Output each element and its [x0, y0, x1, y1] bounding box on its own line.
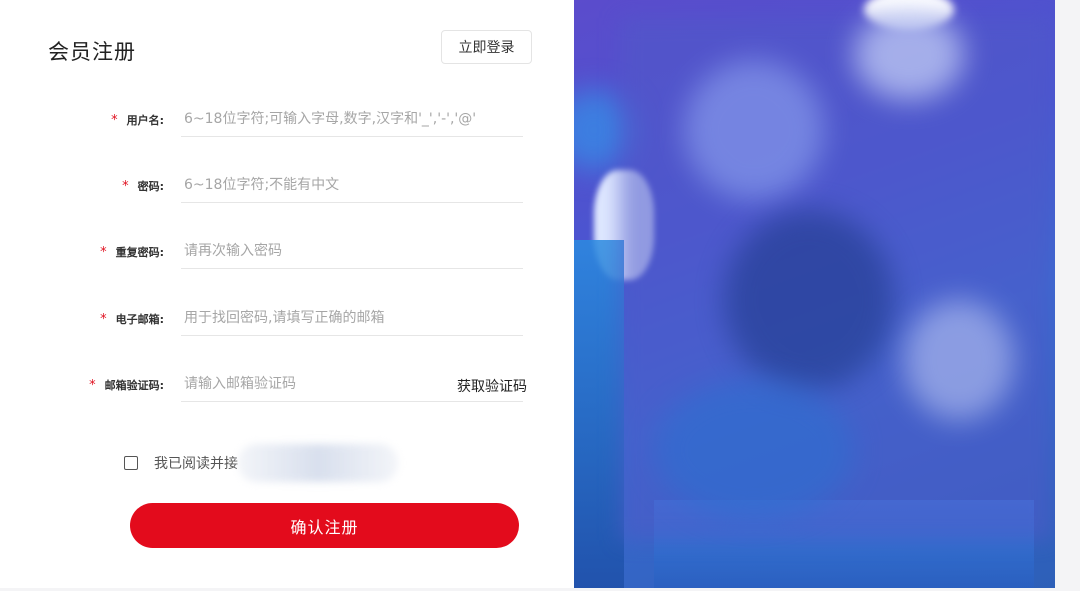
password-field-wrap: [181, 168, 523, 203]
register-form: 会员注册 立即登录 *用户名: *密码: *重复密码:: [0, 0, 574, 588]
agreement-link-blurred[interactable]: [238, 444, 398, 482]
password-label: * 密码:: [122, 179, 164, 194]
email-row: * 电子邮箱:: [0, 301, 574, 337]
password-input[interactable]: [181, 168, 523, 202]
repeat-password-input[interactable]: [181, 234, 523, 268]
username-label: * 用户名:: [111, 113, 164, 128]
get-code-button[interactable]: 获取验证码: [457, 376, 527, 396]
repeat-password-row: * 重复密码:: [0, 234, 574, 270]
email-code-field-wrap: 获取验证码: [181, 367, 527, 402]
repeat-password-field-wrap: [181, 234, 523, 269]
illustration-panel: [574, 0, 1055, 588]
required-mark: *: [111, 113, 118, 128]
blurred-figure: [684, 60, 824, 200]
username-input[interactable]: [181, 102, 523, 136]
page-title: 会员注册: [48, 40, 136, 64]
password-row: * 密码:: [0, 168, 574, 204]
username-row: * 用户名:: [0, 102, 574, 138]
required-mark: *: [89, 378, 96, 393]
login-now-button[interactable]: 立即登录: [441, 30, 532, 64]
username-field-wrap: [181, 102, 523, 137]
confirm-register-button[interactable]: 确认注册: [130, 503, 519, 548]
email-input[interactable]: [181, 301, 523, 335]
register-card: 会员注册 立即登录 *用户名: *密码: *重复密码:: [0, 0, 1055, 588]
required-mark: *: [100, 312, 107, 327]
agree-checkbox[interactable]: [124, 456, 138, 470]
blurred-figure: [654, 380, 854, 520]
email-code-label: * 邮箱验证码:: [89, 378, 164, 393]
building-shape: [574, 240, 624, 588]
agree-text: 我已阅读并接: [154, 456, 238, 472]
blurred-figure: [854, 10, 964, 100]
repeat-password-label: * 重复密码:: [100, 245, 164, 260]
page: 会员注册 立即登录 *用户名: *密码: *重复密码:: [0, 0, 1080, 591]
blurred-figure: [724, 210, 894, 390]
agreement-row: 我已阅读并接: [124, 444, 398, 482]
blurred-figure: [904, 300, 1014, 420]
email-field-wrap: [181, 301, 523, 336]
required-mark: *: [122, 179, 129, 194]
email-label: * 电子邮箱:: [100, 312, 164, 327]
required-mark: *: [100, 245, 107, 260]
email-code-row: *邮箱验证码: 获取验证码: [0, 367, 574, 403]
